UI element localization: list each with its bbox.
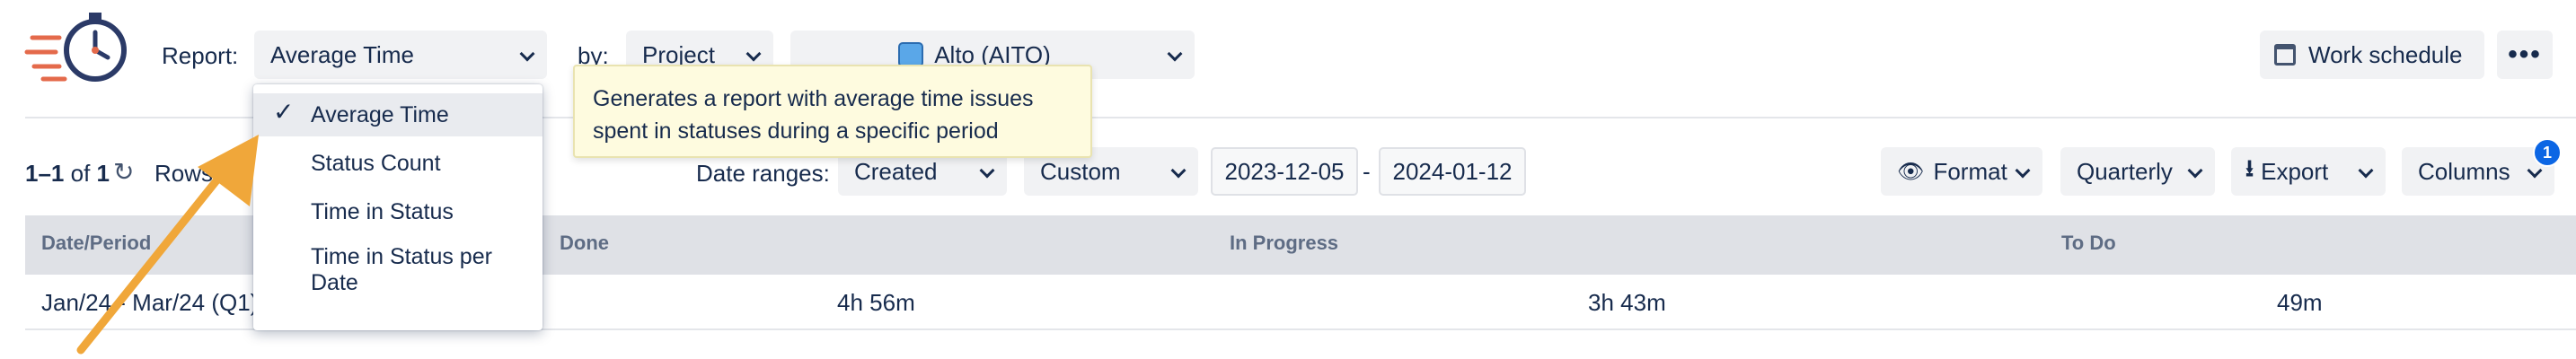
menu-item-status-count[interactable]: Status Count — [253, 142, 543, 187]
column-header-to-do[interactable]: To Do — [2061, 232, 2116, 255]
cell-in-progress: 3h 43m — [1588, 289, 1666, 316]
menu-item-label: Status Count — [311, 151, 441, 176]
chevron-down-icon — [1167, 46, 1183, 62]
date-ranges-label: Date ranges: — [696, 160, 830, 187]
chevron-down-icon — [519, 46, 535, 62]
column-header-done[interactable]: Done — [560, 232, 609, 255]
column-header-in-progress[interactable]: In Progress — [1230, 232, 1338, 255]
more-horizontal-icon: ••• — [2508, 39, 2542, 69]
cell-to-do: 49m — [2277, 289, 2323, 316]
export-label: Export — [2261, 157, 2329, 185]
download-icon: ⭳ — [2245, 154, 2254, 181]
menu-item-label: Time in Status per Date — [311, 244, 492, 295]
eye-icon: 👁 — [1897, 159, 1925, 184]
annotation-arrow-icon — [76, 135, 259, 355]
cell-done: 4h 56m — [837, 289, 915, 316]
calendar-icon — [2274, 44, 2296, 66]
export-button[interactable]: ⭳ Export — [2231, 147, 2386, 196]
tooltip-line-1: Generates a report with average time iss… — [593, 86, 1034, 111]
columns-button[interactable]: Columns — [2402, 147, 2554, 196]
chevron-down-icon — [979, 162, 995, 179]
work-schedule-label: Work schedule — [2308, 40, 2463, 68]
format-button[interactable]: 👁 Format — [1881, 147, 2042, 196]
period-select[interactable]: Quarterly — [2060, 147, 2215, 196]
date-from-input[interactable]: 2023-12-05 — [1211, 147, 1358, 196]
more-actions-button[interactable]: ••• — [2497, 31, 2553, 79]
menu-item-label: Average Time — [311, 102, 449, 127]
menu-item-time-in-status[interactable]: Time in Status — [253, 190, 543, 235]
menu-item-label: Time in Status — [311, 199, 454, 224]
report-description-tooltip: Generates a report with average time iss… — [573, 65, 1092, 158]
chevron-down-icon — [1170, 162, 1187, 179]
chevron-down-icon — [2187, 162, 2203, 179]
date-field-value: Created — [854, 157, 938, 185]
columns-label: Columns — [2418, 157, 2510, 185]
checkmark-icon: ✓ — [273, 98, 295, 126]
report-type-value: Average Time — [270, 40, 414, 68]
menu-item-average-time[interactable]: ✓ Average Time — [253, 93, 543, 136]
report-label: Report: — [162, 42, 239, 69]
app-logo — [23, 9, 131, 90]
date-separator: - — [1363, 158, 1371, 185]
date-mode-value: Custom — [1040, 157, 1121, 185]
menu-item-time-in-status-per-date[interactable]: Time in Status per Date — [253, 241, 543, 312]
chevron-down-icon — [745, 46, 762, 62]
period-value: Quarterly — [2077, 157, 2173, 185]
columns-count-badge: 1 — [2533, 138, 2562, 167]
tooltip-line-2: spent in statuses during a specific peri… — [593, 118, 999, 144]
chevron-down-icon — [2015, 162, 2031, 179]
report-type-menu: ✓ Average Time Status Count Time in Stat… — [253, 84, 543, 330]
format-label: Format — [1933, 157, 2007, 185]
report-type-select[interactable]: Average Time — [254, 31, 547, 79]
project-avatar-icon — [898, 42, 924, 67]
work-schedule-button[interactable]: Work schedule — [2260, 31, 2484, 79]
date-to-input[interactable]: 2024-01-12 — [1379, 147, 1526, 196]
chevron-down-icon — [2358, 162, 2374, 179]
